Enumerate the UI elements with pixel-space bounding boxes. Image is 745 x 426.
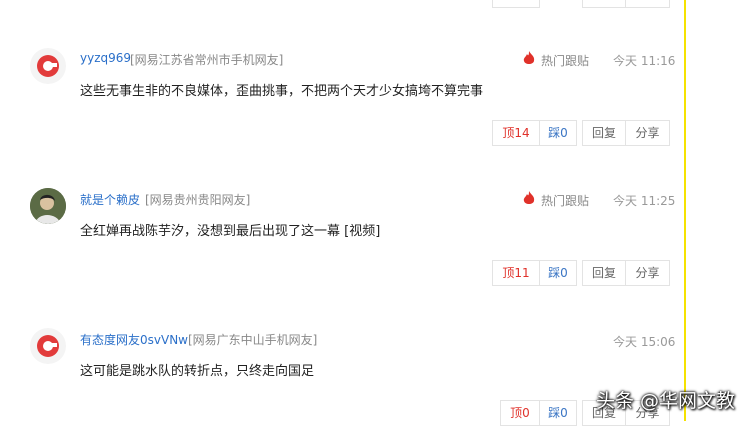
prev-more-button[interactable] xyxy=(625,0,670,8)
comment-username[interactable]: 就是个赖皮 xyxy=(80,191,140,208)
comment-time: 今天 11:25 xyxy=(613,194,676,208)
hot-label: 热门跟贴 xyxy=(541,54,590,68)
comment-username[interactable]: yyzq969 xyxy=(80,51,131,65)
comment-username[interactable]: 有态度网友0svVNw xyxy=(80,331,188,348)
avatar[interactable] xyxy=(30,48,66,84)
avatar[interactable] xyxy=(30,188,66,224)
share-button[interactable]: 分享 xyxy=(625,120,670,146)
prev-share-button[interactable] xyxy=(582,0,626,8)
prev-reply-button[interactable] xyxy=(492,0,540,8)
downvote-button[interactable]: 踩0 xyxy=(539,260,577,286)
hot-label: 热门跟贴 xyxy=(541,194,590,208)
comment-time: 今天 15:06 xyxy=(613,335,676,349)
fire-icon xyxy=(522,50,536,70)
upvote-button[interactable]: 顶11 xyxy=(492,260,540,286)
comment-location: [网易贵州贵阳网友] xyxy=(145,193,251,207)
avatar[interactable] xyxy=(30,328,66,364)
downvote-button[interactable]: 踩0 xyxy=(539,400,577,426)
comment-text: 这些无事生非的不良媒体，歪曲挑事，不把两个天才少女搞垮不算完事 xyxy=(80,84,484,99)
reply-button[interactable]: 回复 xyxy=(582,260,626,286)
comment-time: 今天 11:16 xyxy=(613,54,676,68)
comment-location: [网易广东中山手机网友] xyxy=(188,333,318,347)
watermark: 头条 @华网文教 xyxy=(596,390,736,412)
netease-logo-icon xyxy=(37,335,59,357)
downvote-button[interactable]: 踩0 xyxy=(539,120,577,146)
right-edge-rule xyxy=(684,0,686,421)
reply-button[interactable]: 回复 xyxy=(582,120,626,146)
comment-text: 这可能是跳水队的转折点，只终走向国足 xyxy=(80,364,315,379)
comment-text: 全红婵再战陈芋汐，没想到最后出现了这一幕 [视频] xyxy=(80,224,381,239)
share-button[interactable]: 分享 xyxy=(625,260,670,286)
user-photo-icon xyxy=(30,188,66,224)
netease-logo-icon xyxy=(37,55,59,77)
comment-location: [网易江苏省常州市手机网友] xyxy=(130,53,284,67)
fire-icon xyxy=(522,190,536,210)
upvote-button[interactable]: 顶14 xyxy=(492,120,540,146)
upvote-button[interactable]: 顶0 xyxy=(500,400,540,426)
